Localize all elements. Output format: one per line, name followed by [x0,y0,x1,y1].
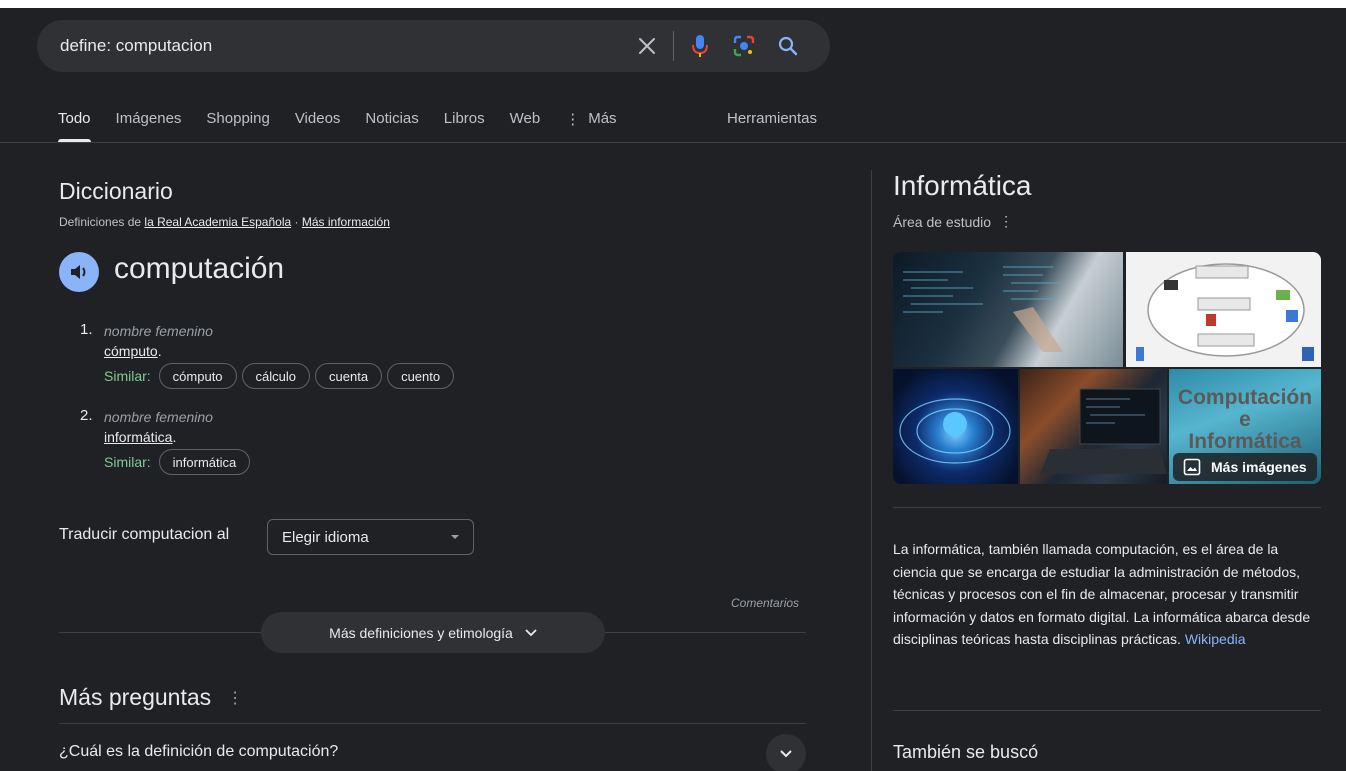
similar-chip[interactable]: cuenta [315,363,383,389]
source-prefix: Definiciones de [59,215,142,229]
questions-title-text: Más preguntas [59,684,212,710]
tools-button[interactable]: Herramientas [727,110,817,127]
similar-label: Similar: [104,368,151,384]
tab-libros[interactable]: Libros [444,105,485,143]
dropdown-caret-icon [451,535,459,539]
similar-chip[interactable]: cómputo [158,363,237,389]
kp-image-cloud-diagram[interactable] [1126,252,1321,367]
definition-link[interactable]: informática [104,429,172,445]
image-icon [1183,458,1201,476]
tab-web[interactable]: Web [510,105,541,143]
translate-label: Traducir computacion al [59,526,230,543]
kp-image-network-globe[interactable] [893,369,1018,484]
kp-image-code-screen[interactable] [893,252,1123,367]
sense-number: 1. [80,321,93,338]
similar-chip[interactable]: informática [158,449,251,475]
sense-part-of-speech: nombre femenino [104,409,213,425]
kp-subtitle-text: Área de estudio [893,213,992,230]
similar-row: Similar: cómputo cálculo cuenta cuento [104,363,459,389]
sense-number: 2. [80,407,93,424]
definition-end: . [172,429,177,445]
question-item[interactable]: ¿Cuál es la definición de computación? [59,743,338,761]
search-actions [625,20,830,72]
chevron-down-icon [780,750,792,758]
similar-chip[interactable]: cuento [387,363,455,389]
image-caption-line: Computación [1177,386,1313,409]
definition-end: . [157,343,162,359]
image-caption-line: e [1239,408,1251,431]
mic-icon[interactable] [678,20,722,72]
kp-title: Informática [893,170,1032,201]
wikipedia-link[interactable]: Wikipedia [1185,631,1246,647]
similar-label: Similar: [104,454,151,470]
tab-more[interactable]: ⋮ Más [565,105,616,143]
search-icon[interactable] [766,20,810,72]
language-select-value: Elegir idioma [282,528,369,546]
kp-divider [893,710,1321,711]
tab-imagenes[interactable]: Imágenes [116,105,182,143]
kp-image-laptop[interactable] [1020,369,1167,484]
tabs-divider [0,142,1346,143]
image-caption-line: Informática [1188,430,1302,453]
questions-title: Más preguntas ⋮ [59,684,243,711]
more-vert-icon[interactable]: ⋮ [227,688,243,708]
kp-subtitle: Área de estudio ⋮ [893,213,1013,230]
more-vert-icon[interactable]: ⋮ [999,213,1013,230]
headword: computación [114,252,285,285]
search-box[interactable]: define: computacion [37,20,830,72]
image-caption: Computación e Informática [1169,387,1321,453]
language-select[interactable]: Elegir idioma [267,519,474,555]
also-searched-title: También se buscó [893,742,1039,762]
more-definitions-label: Más definiciones y etimología [329,624,513,641]
rae-link[interactable]: la Real Academia Española [144,215,291,229]
questions-divider [59,723,806,724]
tab-more-label: Más [588,110,617,127]
tab-shopping[interactable]: Shopping [206,105,269,143]
tab-noticias[interactable]: Noticias [365,105,418,143]
close-icon[interactable] [625,20,669,72]
search-tabs: Todo Imágenes Shopping Videos Noticias L… [58,105,642,143]
sense-definition: informática. [104,429,176,445]
tab-todo[interactable]: Todo [58,105,91,143]
more-images-label: Más imágenes [1211,459,1307,475]
question-expand-button[interactable] [766,734,806,771]
top-strip [0,0,1346,8]
dictionary-source: Definiciones de la Real Academia Español… [59,215,390,229]
pronunciation-button[interactable] [59,252,99,292]
speaker-icon [71,265,86,279]
more-definitions-button[interactable]: Más definiciones y etimología [261,612,605,653]
lens-icon[interactable] [722,20,766,72]
kp-divider [893,507,1321,508]
chevron-down-icon [525,628,537,636]
more-images-button[interactable]: Más imágenes [1173,453,1317,481]
similar-chip[interactable]: cálculo [241,363,311,389]
sense-part-of-speech: nombre femenino [104,323,213,339]
definition-link[interactable]: cómputo [104,343,158,359]
tab-videos[interactable]: Videos [295,105,341,143]
kp-description: La informática, también llamada computac… [893,538,1323,651]
search-divider [673,31,674,61]
more-info-link[interactable]: Más información [302,215,390,229]
panel-divider [871,170,872,771]
source-separator: · [294,215,299,229]
feedback-link[interactable]: Comentarios [731,596,799,610]
sense-definition: cómputo. [104,343,162,359]
kp-description-text: La informática, también llamada computac… [893,541,1311,647]
more-vert-icon: ⋮ [565,111,581,128]
search-input[interactable]: define: computacion [60,36,625,56]
dictionary-title: Diccionario [59,178,173,204]
similar-row: Similar: informática [104,449,255,475]
